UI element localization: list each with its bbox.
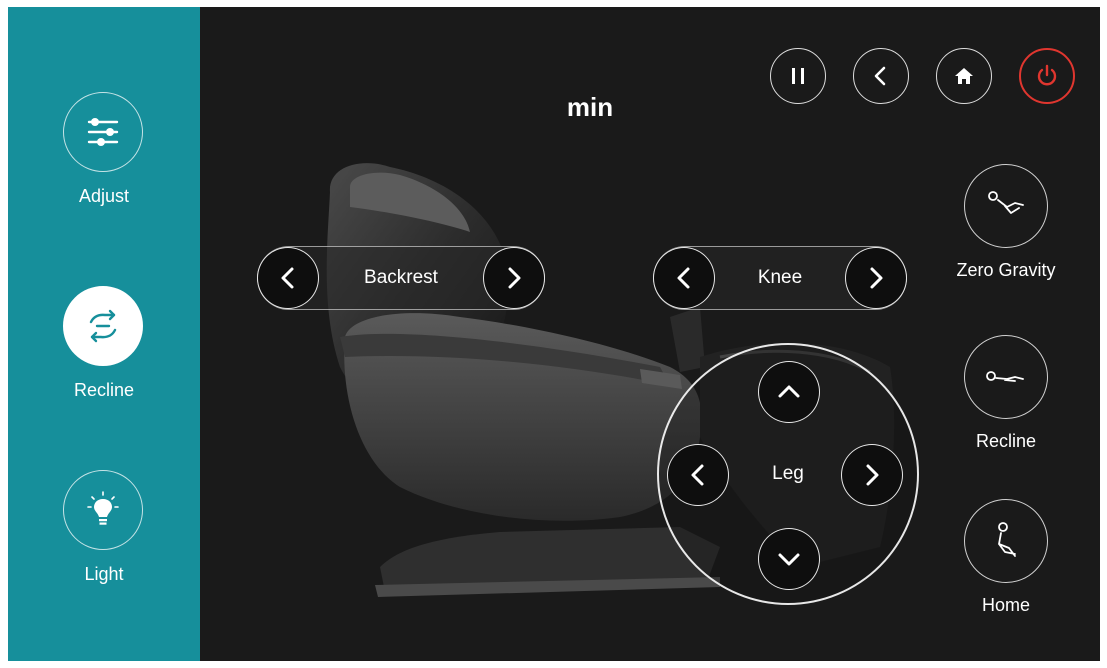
power-icon: [1037, 64, 1057, 86]
home-button[interactable]: [936, 48, 992, 104]
home-position-icon: [964, 499, 1048, 583]
home-icon: [955, 68, 973, 84]
chevron-right-icon: [508, 267, 521, 289]
sidebar-item-label: Adjust: [78, 186, 130, 206]
main-area: min Backrest Knee Leg Zero Gravity Recli…: [200, 7, 1100, 661]
pause-button[interactable]: [770, 48, 826, 104]
recline-swap-icon: [63, 286, 143, 366]
chevron-left-icon: [281, 267, 294, 289]
leg-down-button[interactable]: [758, 528, 820, 590]
massage-chair-image: [326, 163, 895, 597]
app-screen: Adjust Recline Light min Backrest Knee L…: [8, 7, 1100, 661]
sidebar-item-label: Recline: [73, 380, 135, 400]
preset-label: Zero Gravity: [956, 260, 1056, 280]
back-button[interactable]: [853, 48, 909, 104]
sidebar-item-label: Light: [84, 564, 124, 584]
chevron-right-icon: [866, 464, 879, 486]
light-bulb-icon: [63, 470, 143, 550]
chevron-right-icon: [870, 267, 883, 289]
recline-position-icon: [964, 335, 1048, 419]
leg-left-button[interactable]: [667, 444, 729, 506]
leg-right-button[interactable]: [841, 444, 903, 506]
chevron-down-icon: [778, 553, 800, 566]
zero-gravity-icon: [964, 164, 1048, 248]
preset-label: Home: [981, 595, 1030, 615]
sliders-icon: [63, 92, 143, 172]
leg-control: Leg: [657, 343, 919, 605]
power-button[interactable]: [1019, 48, 1075, 104]
knee-left-button[interactable]: [653, 247, 715, 309]
knee-right-button[interactable]: [845, 247, 907, 309]
chevron-left-icon: [691, 464, 704, 486]
back-chevron-icon: [874, 66, 886, 86]
session-timer: min: [566, 92, 614, 122]
leg-up-button[interactable]: [758, 361, 820, 423]
sidebar: Adjust Recline Light: [8, 7, 200, 661]
chevron-up-icon: [778, 385, 800, 398]
backrest-left-button[interactable]: [257, 247, 319, 309]
pause-icon: [792, 68, 804, 84]
chevron-left-icon: [677, 267, 690, 289]
backrest-right-button[interactable]: [483, 247, 545, 309]
preset-label: Recline: [975, 431, 1037, 451]
